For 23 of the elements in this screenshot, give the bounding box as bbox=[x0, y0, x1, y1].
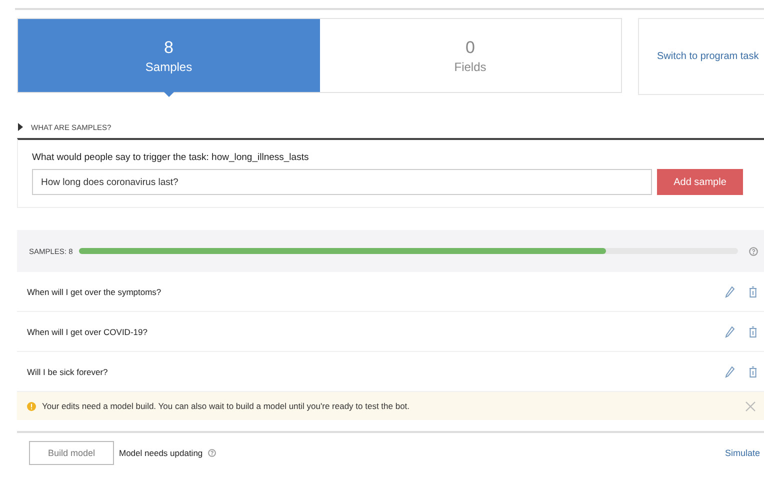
pencil-icon[interactable] bbox=[725, 366, 735, 378]
simulate-link[interactable]: Simulate bbox=[724, 448, 760, 458]
help-icon[interactable] bbox=[208, 449, 216, 457]
help-icon[interactable] bbox=[749, 246, 758, 256]
pencil-icon[interactable] bbox=[725, 326, 735, 338]
switch-link[interactable]: Switch to program task bbox=[657, 51, 759, 62]
sample-text: Will I be sick forever? bbox=[27, 366, 109, 376]
sample-text: When will I get over the symptoms? bbox=[27, 286, 162, 296]
status-text: Model needs updating bbox=[119, 448, 203, 458]
trash-icon[interactable] bbox=[749, 326, 757, 338]
trash-icon[interactable] bbox=[749, 286, 757, 298]
notice-text: Your edits need a model build. You can also wait to build a model until you're ready to test the bot. bbox=[42, 401, 411, 411]
pencil-icon[interactable] bbox=[725, 286, 735, 298]
pointer-icon bbox=[164, 92, 174, 97]
add-sample-button[interactable]: Add sample bbox=[657, 169, 743, 195]
close-icon[interactable] bbox=[745, 400, 756, 412]
form-prompt: What would people say to trigger the task: how_long_illness_lasts bbox=[32, 152, 310, 163]
sample-text: When will I get over COVID-19? bbox=[27, 326, 148, 336]
input-field[interactable]: How long does coronavirus last? bbox=[32, 169, 652, 195]
build-model-button[interactable]: Build model bbox=[29, 441, 114, 465]
caret-icon[interactable] bbox=[18, 123, 23, 131]
info-icon bbox=[27, 402, 36, 410]
trash-icon[interactable] bbox=[749, 366, 757, 378]
